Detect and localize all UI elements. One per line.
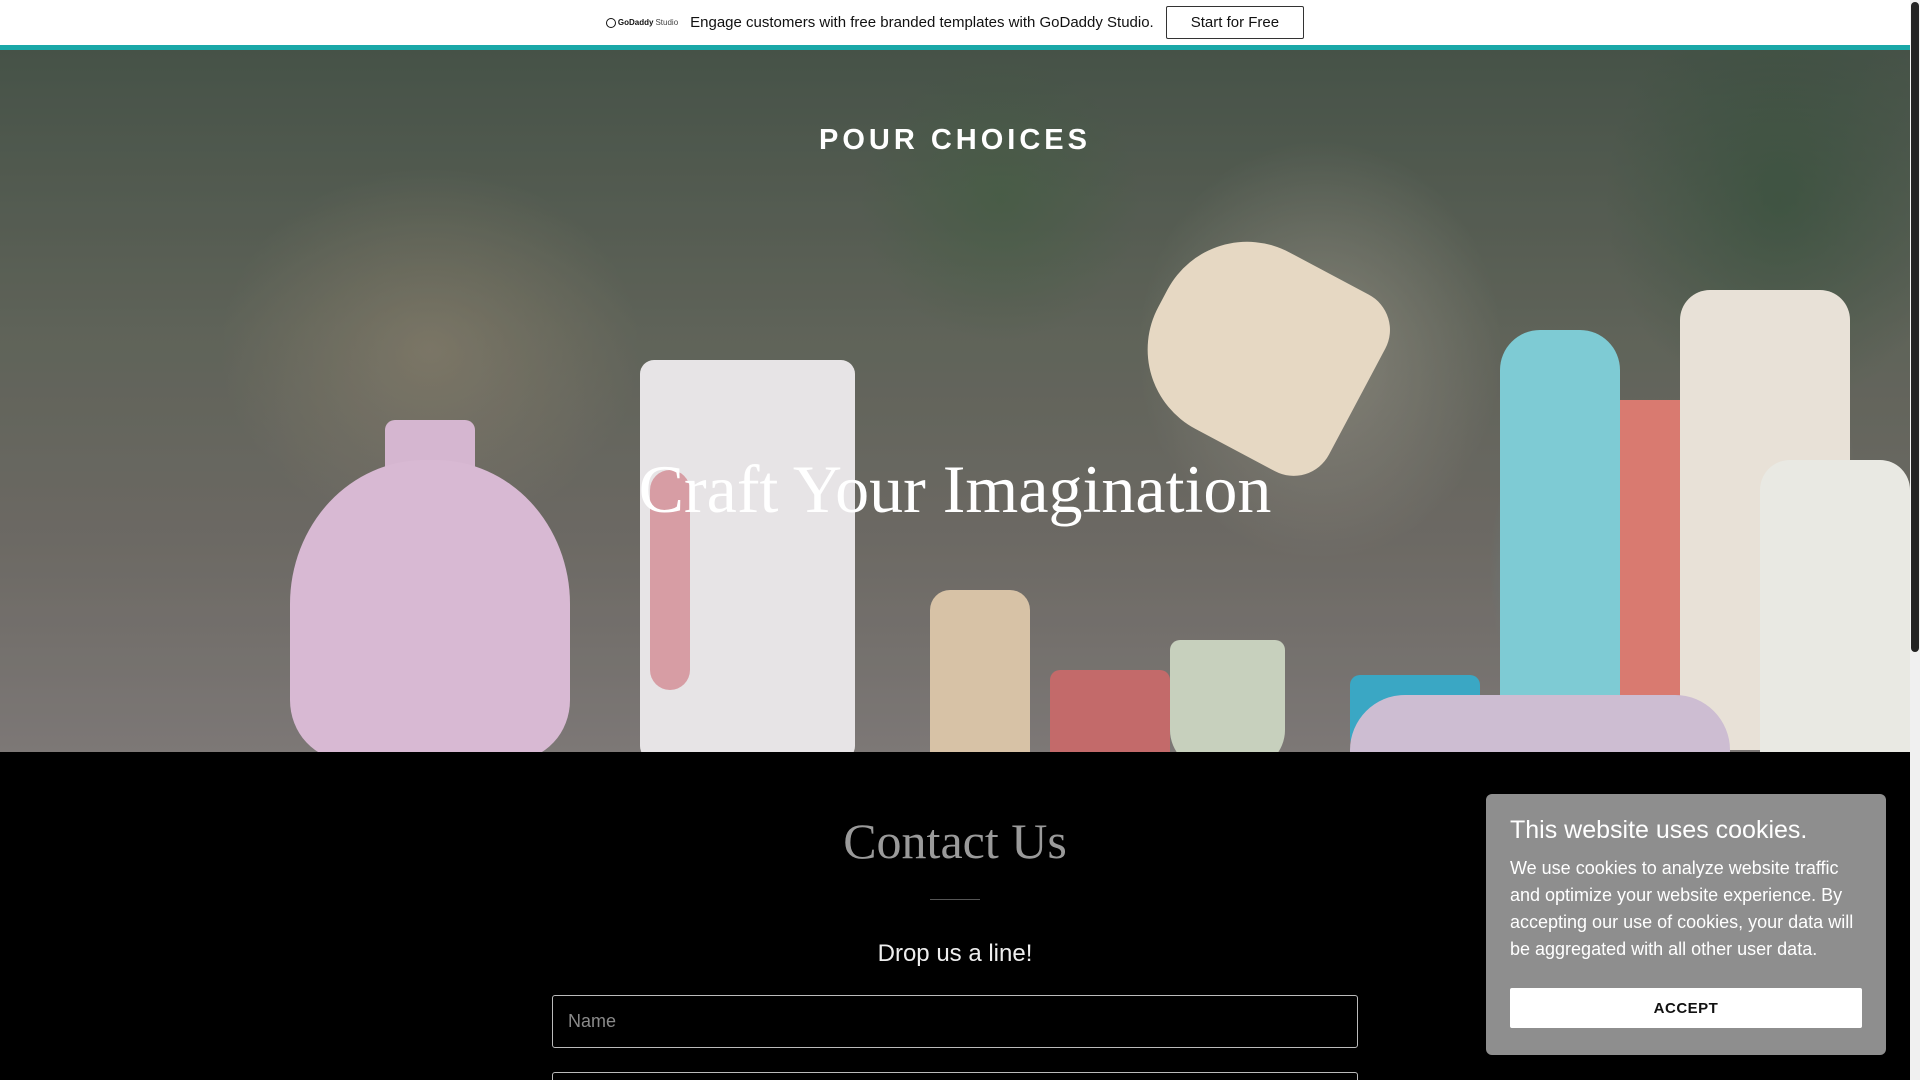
hero-image-shape — [1115, 210, 1405, 490]
godaddy-studio-logo: GoDaddy Studio — [605, 17, 679, 28]
hero-image-shape — [1170, 640, 1285, 752]
cookie-body: We use cookies to analyze website traffi… — [1510, 858, 1854, 959]
promo-text: Engage customers with free branded templ… — [690, 14, 1154, 31]
logo-brand-text: GoDaddy — [617, 18, 654, 27]
godaddy-logo-icon — [605, 17, 616, 28]
hero-banner: POUR CHOICES Craft Your Imagination — [0, 50, 1910, 752]
hero-image-shape — [1350, 695, 1730, 752]
email-field[interactable] — [552, 1072, 1358, 1080]
hero-title: Craft Your Imagination — [638, 451, 1272, 527]
hero-image-shape — [1500, 330, 1620, 730]
cookie-title: This website uses cookies. — [1510, 816, 1808, 844]
logo-product-text: Studio — [655, 18, 679, 27]
hero-image-shape — [1050, 670, 1170, 752]
cookie-banner: This website uses cookies. We use cookie… — [1486, 794, 1886, 1055]
accept-cookies-button[interactable]: ACCEPT — [1510, 988, 1862, 1028]
scrollbar-thumb[interactable] — [1911, 2, 1919, 652]
promo-bar: GoDaddy Studio Engage customers with fre… — [0, 0, 1910, 45]
site-brand-link[interactable]: POUR CHOICES — [0, 124, 1910, 157]
hero-image-shape — [930, 590, 1030, 752]
start-for-free-button[interactable]: Start for Free — [1165, 6, 1305, 39]
name-field[interactable] — [552, 995, 1358, 1048]
section-divider — [930, 899, 980, 900]
